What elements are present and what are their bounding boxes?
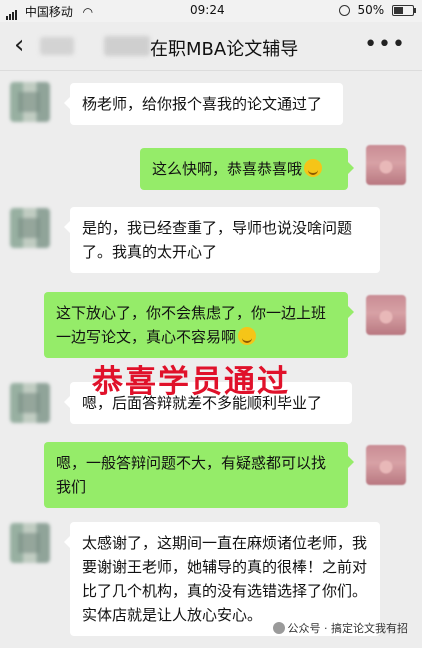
blurred-unread-count <box>40 37 74 55</box>
chat-header: ‹ 在职MBA论文辅导 ••• <box>0 22 422 71</box>
alarm-icon <box>338 5 350 16</box>
message-text: 是的，我已经查重了，导师也说没啥问题了。我真的太开心了 <box>82 219 353 261</box>
message-text: 这么快啊，恭喜恭喜哦 <box>152 160 303 178</box>
self-avatar[interactable] <box>366 445 406 485</box>
message-text: 嗯，一般答辩问题不大，有疑惑都可以找我们 <box>56 454 327 496</box>
battery-percent: 50% <box>357 3 385 17</box>
contact-avatar[interactable] <box>10 208 50 248</box>
contact-avatar[interactable] <box>10 82 50 122</box>
watermark: 公众号 · 搞定论文我有招 <box>272 620 409 636</box>
more-icon[interactable]: ••• <box>364 32 406 57</box>
watermark-text: 公众号 · 搞定论文我有招 <box>287 622 409 635</box>
back-icon[interactable]: ‹ <box>14 32 24 58</box>
signal-icon <box>6 6 18 20</box>
contact-avatar[interactable] <box>10 523 50 563</box>
contact-avatar[interactable] <box>10 383 50 423</box>
wifi-icon: ◠ <box>82 5 94 19</box>
self-avatar[interactable] <box>366 145 406 185</box>
message-text: 杨老师，给你报个喜我的论文通过了 <box>82 95 323 113</box>
message-bubble-received: 杨老师，给你报个喜我的论文通过了 <box>64 83 343 125</box>
message-bubble-sent: 嗯，一般答辩问题不大，有疑惑都可以找我们 <box>44 442 354 508</box>
message-text: 太感谢了，这期间一直在麻烦诸位老师，我要谢谢王老师，她辅导的真的很棒！之前对比了… <box>82 534 368 624</box>
message-text: 这下放心了，你不会焦虑了，你一边上班一边写论文，真心不容易啊 <box>56 304 327 346</box>
status-bar: 中国移动 ◠ 09:24 50% <box>0 0 422 22</box>
message-bubble-received: 是的，我已经查重了，导师也说没啥问题了。我真的太开心了 <box>64 207 380 273</box>
smile-emoji-icon <box>238 327 257 345</box>
message-bubble-sent: 这么快啊，恭喜恭喜哦 <box>140 148 354 190</box>
message-bubble-received: 太感谢了，这期间一直在麻烦诸位老师，我要谢谢王老师，她辅导的真的很棒！之前对比了… <box>64 522 380 636</box>
congratulations-overlay: 恭喜学员通过 <box>92 364 290 400</box>
status-time: 09:24 <box>190 3 225 17</box>
wechat-official-account-icon <box>272 622 285 634</box>
laughing-emoji-icon <box>304 159 323 177</box>
battery-icon <box>392 5 416 16</box>
carrier-label: 中国移动 <box>24 5 73 19</box>
blurred-title-prefix <box>104 36 150 56</box>
message-bubble-sent: 这下放心了，你不会焦虑了，你一边上班一边写论文，真心不容易啊 <box>44 292 354 358</box>
self-avatar[interactable] <box>366 295 406 335</box>
chat-title: 在职MBA论文辅导 <box>150 39 299 60</box>
